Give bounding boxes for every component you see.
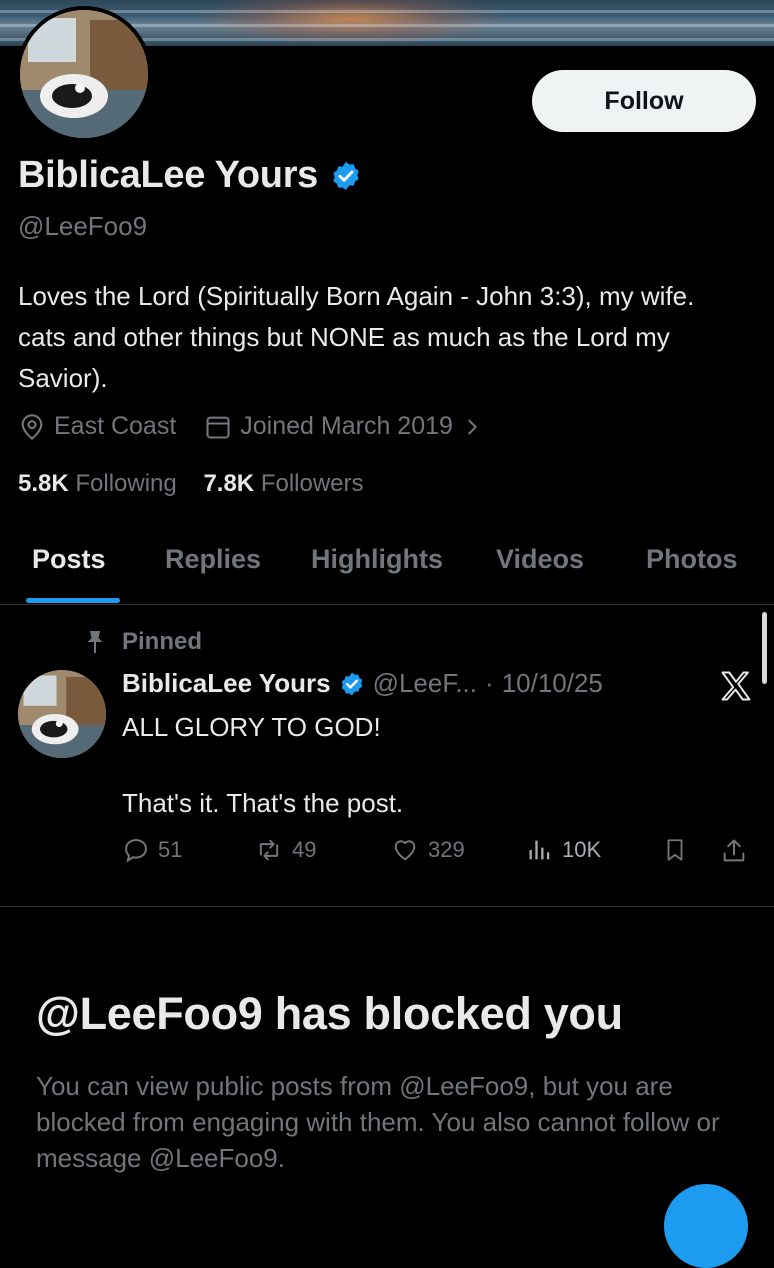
chevron-right-icon — [461, 416, 483, 438]
location-item: East Coast — [18, 412, 176, 441]
post-author-handle: @LeeF... — [372, 668, 478, 698]
pin-icon — [84, 629, 106, 655]
joined-text: Joined March 2019 — [240, 412, 453, 440]
following-link[interactable]: 5.8K Following — [18, 470, 177, 497]
share-button[interactable] — [720, 836, 748, 866]
post-header: BiblicaLee Yours @LeeF... · 10/10/25 — [122, 668, 603, 699]
profile-stats: 5.8K Following 7.8K Followers — [18, 470, 364, 498]
views-chart-icon — [526, 836, 554, 864]
location-pin-icon — [18, 413, 46, 441]
active-tab-indicator — [26, 598, 120, 603]
like-count: 329 — [428, 837, 465, 862]
bookmark-icon — [662, 836, 688, 864]
scrollbar[interactable] — [762, 612, 767, 684]
share-icon — [720, 836, 748, 866]
followers-label: Followers — [260, 470, 364, 497]
tab-photos[interactable]: Photos — [646, 544, 738, 575]
profile-name: BiblicaLee Yours — [18, 154, 362, 197]
divider — [0, 604, 774, 605]
profile-tabs: Posts Replies Highlights Videos Photos — [0, 540, 774, 604]
verified-badge-icon — [330, 160, 362, 192]
repost-button[interactable]: 49 — [254, 836, 316, 864]
tab-replies[interactable]: Replies — [165, 544, 261, 575]
blocked-title: @LeeFoo9 has blocked you — [36, 988, 623, 1039]
reply-button[interactable]: 51 — [122, 836, 182, 864]
display-name: BiblicaLee Yours — [18, 154, 319, 196]
post-author-name[interactable]: BiblicaLee Yours — [122, 668, 331, 699]
views-button[interactable]: 10K — [526, 836, 601, 864]
heart-icon — [390, 836, 420, 864]
floating-action-button[interactable] — [664, 1184, 748, 1268]
reply-count: 51 — [158, 837, 183, 862]
joined-item[interactable]: Joined March 2019 — [204, 412, 483, 441]
verified-badge-icon — [339, 671, 365, 697]
x-logo-icon[interactable] — [718, 668, 758, 708]
like-button[interactable]: 329 — [390, 836, 465, 864]
profile-bio: Loves the Lord (Spiritually Born Again -… — [18, 281, 695, 393]
profile-meta: East Coast Joined March 2019 — [18, 412, 511, 441]
post-date[interactable]: 10/10/25 — [502, 668, 603, 699]
location-text: East Coast — [54, 412, 177, 440]
reply-icon — [122, 836, 150, 864]
tab-highlights[interactable]: Highlights — [311, 544, 443, 575]
repost-icon — [254, 836, 284, 864]
pinned-label: Pinned — [122, 628, 203, 655]
tab-videos[interactable]: Videos — [496, 544, 584, 575]
pinned-indicator: Pinned — [84, 628, 202, 656]
profile-handle: @LeeFoo9 — [18, 211, 148, 241]
calendar-icon — [204, 413, 232, 441]
post-actions: 51 49 329 10K — [122, 836, 762, 872]
post-text: ALL GLORY TO GOD! That's it. That's the … — [122, 712, 404, 818]
bookmark-button[interactable] — [662, 836, 688, 864]
blocked-description: You can view public posts from @LeeFoo9,… — [36, 1071, 720, 1173]
following-count: 5.8K — [18, 470, 69, 497]
followers-link[interactable]: 7.8K Followers — [203, 470, 363, 497]
post-separator: · — [485, 668, 494, 698]
views-count: 10K — [562, 837, 602, 862]
profile-avatar[interactable] — [16, 6, 152, 142]
post-author-avatar[interactable] — [18, 670, 106, 758]
following-label: Following — [75, 470, 177, 497]
tab-posts[interactable]: Posts — [32, 544, 106, 575]
followers-count: 7.8K — [203, 470, 255, 497]
divider — [0, 906, 774, 907]
repost-count: 49 — [292, 837, 317, 862]
follow-button[interactable]: Follow — [532, 70, 756, 132]
